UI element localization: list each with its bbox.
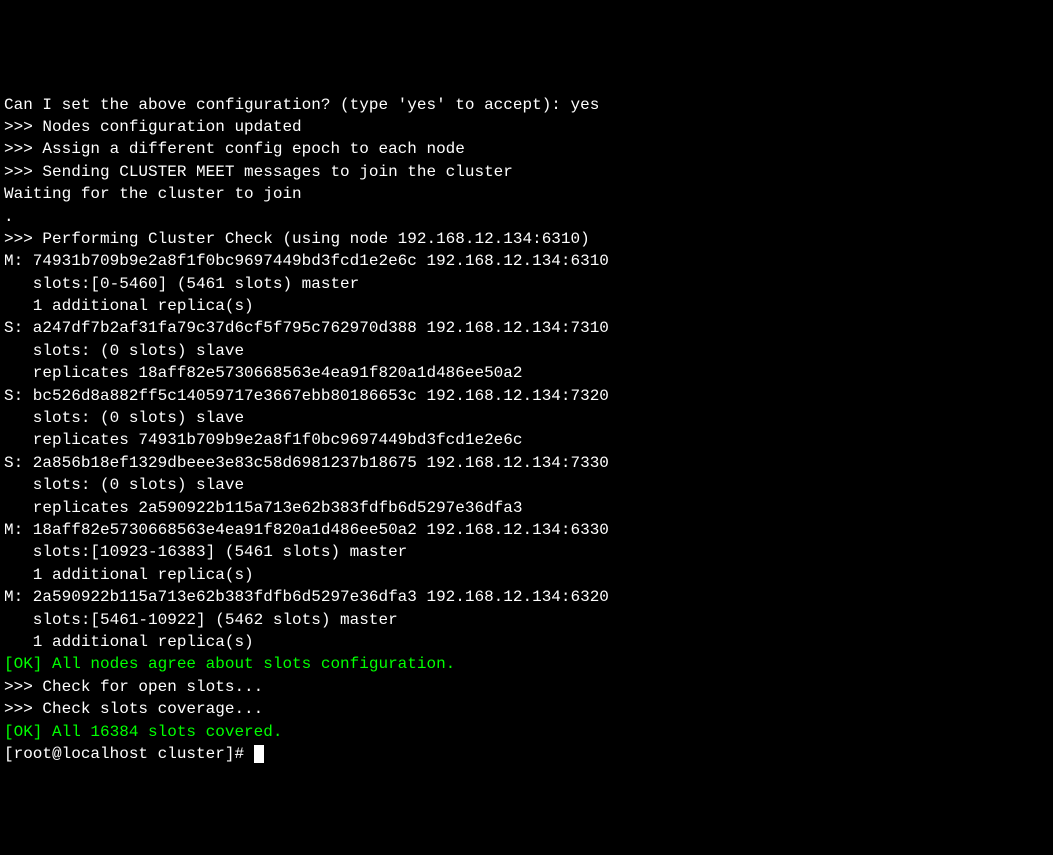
terminal-line: [OK] All 16384 slots covered. (4, 721, 1049, 743)
terminal-line: 1 additional replica(s) (4, 295, 1049, 317)
terminal-line: S: bc526d8a882ff5c14059717e3667ebb801866… (4, 385, 1049, 407)
terminal-line: >>> Check slots coverage... (4, 698, 1049, 720)
terminal-output: Can I set the above configuration? (type… (4, 94, 1049, 743)
terminal-line: replicates 2a590922b115a713e62b383fdfb6d… (4, 497, 1049, 519)
terminal-line: . (4, 206, 1049, 228)
terminal-line: slots: (0 slots) slave (4, 407, 1049, 429)
terminal-line: >>> Nodes configuration updated (4, 116, 1049, 138)
terminal-line: Can I set the above configuration? (type… (4, 94, 1049, 116)
terminal-line: slots:[5461-10922] (5462 slots) master (4, 609, 1049, 631)
terminal-line: [OK] All nodes agree about slots configu… (4, 653, 1049, 675)
terminal-line: >>> Check for open slots... (4, 676, 1049, 698)
terminal-line: M: 18aff82e5730668563e4ea91f820a1d486ee5… (4, 519, 1049, 541)
terminal-line: slots:[10923-16383] (5461 slots) master (4, 541, 1049, 563)
terminal-line: 1 additional replica(s) (4, 631, 1049, 653)
terminal-line: M: 2a590922b115a713e62b383fdfb6d5297e36d… (4, 586, 1049, 608)
shell-prompt: [root@localhost cluster]# (4, 745, 254, 763)
terminal-line: replicates 18aff82e5730668563e4ea91f820a… (4, 362, 1049, 384)
terminal-line: slots: (0 slots) slave (4, 340, 1049, 362)
terminal-line: S: 2a856b18ef1329dbeee3e83c58d6981237b18… (4, 452, 1049, 474)
terminal-line: slots:[0-5460] (5461 slots) master (4, 273, 1049, 295)
terminal-line: M: 74931b709b9e2a8f1f0bc9697449bd3fcd1e2… (4, 250, 1049, 272)
terminal-line: slots: (0 slots) slave (4, 474, 1049, 496)
cursor[interactable] (254, 745, 264, 763)
terminal-line: >>> Performing Cluster Check (using node… (4, 228, 1049, 250)
terminal-line: >>> Assign a different config epoch to e… (4, 138, 1049, 160)
terminal-line: Waiting for the cluster to join (4, 183, 1049, 205)
terminal-line: 1 additional replica(s) (4, 564, 1049, 586)
terminal-line: replicates 74931b709b9e2a8f1f0bc9697449b… (4, 429, 1049, 451)
terminal-line: >>> Sending CLUSTER MEET messages to joi… (4, 161, 1049, 183)
terminal-line: S: a247df7b2af31fa79c37d6cf5f795c762970d… (4, 317, 1049, 339)
